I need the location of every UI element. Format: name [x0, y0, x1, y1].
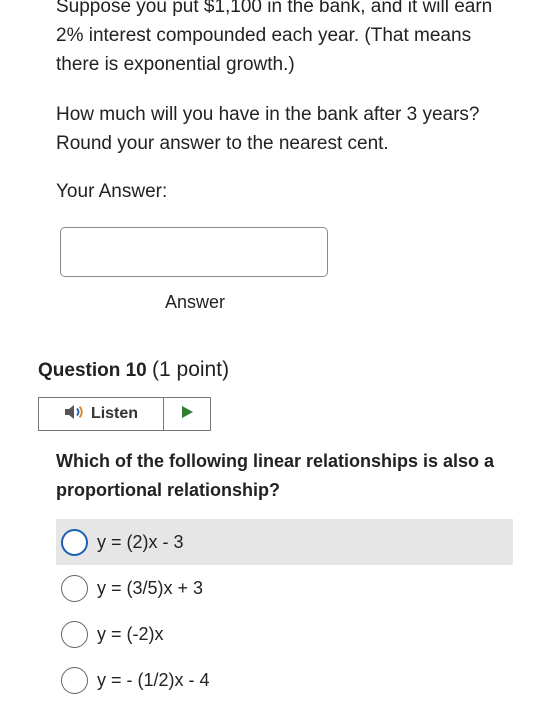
- radio-button[interactable]: [61, 620, 88, 648]
- answer-input[interactable]: [60, 227, 328, 277]
- question-number: Question 10: [38, 360, 147, 381]
- option-3[interactable]: y = (-2)x: [56, 611, 513, 657]
- question-points: (1 point): [152, 358, 230, 381]
- answer-caption: Answer: [164, 292, 226, 312]
- radio-button[interactable]: [61, 528, 88, 556]
- listen-toolbar: Listen: [38, 397, 211, 431]
- play-button[interactable]: [164, 398, 210, 430]
- radio-button[interactable]: [61, 666, 88, 694]
- question-9-prompt: Suppose you put $1,100 in the bank, and …: [56, 0, 493, 75]
- option-1[interactable]: y = (2)x - 3: [56, 519, 513, 565]
- play-icon: [180, 405, 194, 424]
- radio-button[interactable]: [61, 574, 88, 602]
- option-label: y = (3/5)x + 3: [97, 577, 204, 598]
- option-label: y = - (1/2)x - 4: [97, 669, 210, 690]
- listen-button[interactable]: Listen: [39, 398, 164, 430]
- question-10-prompt: Which of the following linear relationsh…: [56, 451, 495, 500]
- answer-options: y = (2)x - 3 y = (3/5)x + 3 y = (-2)x y …: [56, 519, 513, 703]
- option-2[interactable]: y = (3/5)x + 3: [56, 565, 513, 611]
- question-9-instruction: How much will you have in the bank after…: [56, 104, 480, 154]
- answer-label: Your Answer:: [56, 181, 168, 202]
- option-4[interactable]: y = - (1/2)x - 4: [56, 657, 513, 703]
- listen-label: Listen: [90, 405, 139, 422]
- question-10-heading: Question 10 (1 point): [38, 355, 229, 386]
- option-label: y = (-2)x: [97, 623, 164, 644]
- option-label: y = (2)x - 3: [97, 531, 184, 552]
- speaker-icon: [64, 404, 86, 425]
